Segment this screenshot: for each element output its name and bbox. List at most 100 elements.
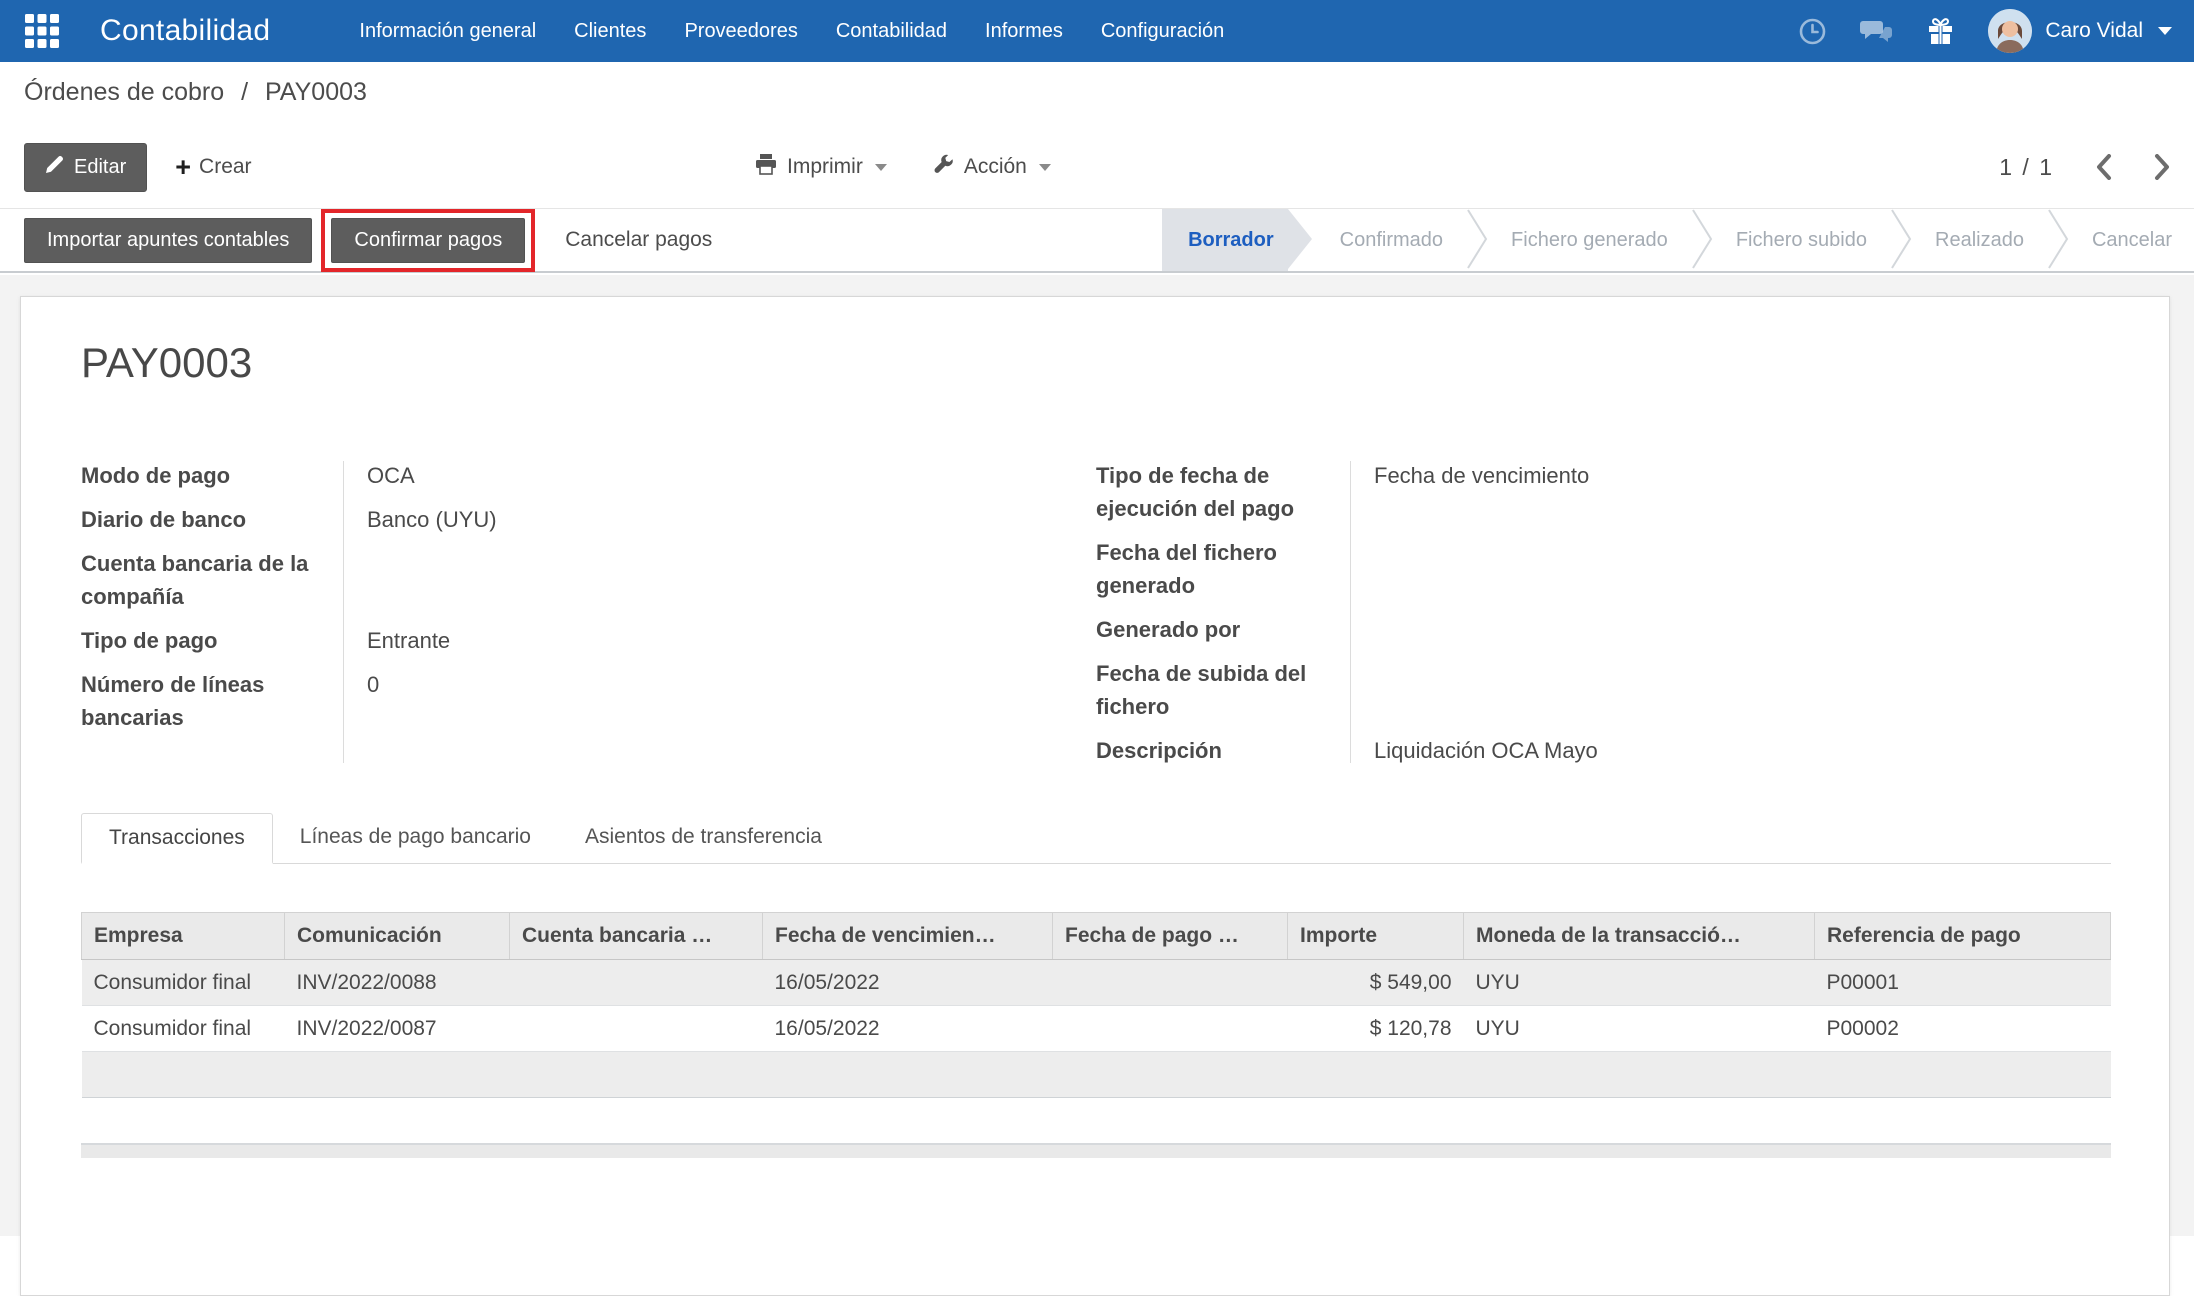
menu-configuracion[interactable]: Configuración: [1082, 0, 1243, 62]
chevron-left-icon[interactable]: [2096, 154, 2112, 180]
col-header-empresa[interactable]: Empresa: [82, 913, 285, 960]
step-chevron-divider: [2046, 209, 2070, 269]
col-header-importe[interactable]: Importe: [1288, 913, 1464, 960]
breadcrumb-separator: /: [241, 78, 248, 106]
confirm-payments-button[interactable]: Confirmar pagos: [331, 218, 525, 263]
cell-importe[interactable]: $ 549,00: [1288, 960, 1464, 1006]
status-step-borrador[interactable]: Borrador: [1162, 209, 1288, 271]
table-row[interactable]: Consumidor final INV/2022/0088 16/05/202…: [82, 960, 2111, 1006]
field-group-right: Tipo de fecha de ejecución del pago Fech…: [1096, 459, 2111, 767]
pencil-icon: [45, 155, 64, 180]
cancel-payments-button[interactable]: Cancelar pagos: [545, 218, 732, 262]
field-label-numero-lineas: Número de líneas bancarias: [81, 668, 343, 734]
col-header-referencia[interactable]: Referencia de pago: [1815, 913, 2111, 960]
cell-importe[interactable]: $ 120,78: [1288, 1006, 1464, 1052]
edit-button[interactable]: Editar: [24, 143, 147, 192]
cell-referencia[interactable]: P00002: [1815, 1006, 2111, 1052]
cell-fecha-vencimiento[interactable]: 16/05/2022: [763, 960, 1053, 1006]
table-footer-strip: [81, 1143, 2111, 1158]
print-dropdown-button[interactable]: Imprimir: [755, 154, 887, 181]
step-chevron-divider: [1889, 209, 1913, 269]
field-value-tipo-fecha-ejecucion: Fecha de vencimiento: [1350, 459, 2111, 525]
table-row[interactable]: Consumidor final INV/2022/0087 16/05/202…: [82, 1006, 2111, 1052]
page-background: PAY0003 Modo de pago OCA Diario de banco…: [0, 275, 2194, 1236]
messages-chat-icon[interactable]: [1860, 18, 1893, 45]
tab-transacciones[interactable]: Transacciones: [81, 813, 273, 864]
cell-cuenta-bancaria[interactable]: [510, 960, 763, 1006]
status-step-cancelar[interactable]: Cancelar: [2070, 209, 2194, 271]
menu-contabilidad[interactable]: Contabilidad: [817, 0, 966, 62]
status-step-fichero-generado[interactable]: Fichero generado: [1489, 209, 1690, 271]
field-value-tipo-de-pago: Entrante: [343, 624, 1036, 657]
field-value-modo-de-pago: OCA: [343, 459, 1036, 492]
app-brand[interactable]: Contabilidad: [100, 14, 270, 48]
step-chevron-divider: [1690, 209, 1714, 269]
menu-proveedores[interactable]: Proveedores: [665, 0, 816, 62]
field-label-diario-de-banco: Diario de banco: [81, 503, 343, 536]
create-button[interactable]: + Crear: [175, 155, 251, 179]
notebook-tabs: Transacciones Líneas de pago bancario As…: [81, 813, 2111, 864]
cell-comunicacion[interactable]: INV/2022/0087: [285, 1006, 510, 1052]
pager-value: 1 / 1: [1999, 154, 2054, 181]
cell-empresa[interactable]: Consumidor final: [82, 960, 285, 1006]
apps-grid-icon[interactable]: [22, 11, 62, 51]
statusbar-steps: Borrador Confirmado Fichero generado Fic…: [1162, 209, 2194, 271]
avatar: [1988, 9, 2032, 53]
breadcrumb-parent[interactable]: Órdenes de cobro: [24, 78, 224, 106]
status-step-confirmado[interactable]: Confirmado: [1318, 209, 1465, 271]
cell-moneda[interactable]: UYU: [1464, 1006, 1815, 1052]
field-group-left: Modo de pago OCA Diario de banco Banco (…: [81, 459, 1096, 767]
cell-moneda[interactable]: UYU: [1464, 960, 1815, 1006]
caret-down-icon: [1039, 164, 1051, 171]
cell-comunicacion[interactable]: INV/2022/0088: [285, 960, 510, 1006]
plus-icon: +: [175, 157, 191, 177]
navbar-right: Caro Vidal: [1799, 9, 2172, 53]
menu-informes[interactable]: Informes: [966, 0, 1082, 62]
annotation-highlight-box: Confirmar pagos: [321, 209, 535, 272]
field-label-generado-por: Generado por: [1096, 613, 1350, 646]
col-header-moneda[interactable]: Moneda de la transacció…: [1464, 913, 1815, 960]
wrench-icon: [933, 154, 954, 181]
field-value-numero-lineas: 0: [343, 668, 1036, 734]
user-menu[interactable]: Caro Vidal: [1988, 9, 2172, 53]
table-header-row: Empresa Comunicación Cuenta bancaria … F…: [82, 913, 2111, 960]
form-sheet: PAY0003 Modo de pago OCA Diario de banco…: [20, 296, 2170, 1296]
field-label-cuenta-bancaria: Cuenta bancaria de la compañía: [81, 547, 343, 613]
import-entries-button[interactable]: Importar apuntes contables: [24, 218, 312, 263]
gift-icon[interactable]: [1927, 17, 1954, 45]
printer-icon: [755, 154, 777, 181]
cell-cuenta-bancaria[interactable]: [510, 1006, 763, 1052]
caret-down-icon: [2158, 27, 2172, 35]
col-header-comunicacion[interactable]: Comunicación: [285, 913, 510, 960]
field-label-tipo-de-pago: Tipo de pago: [81, 624, 343, 657]
field-value-diario-de-banco: Banco (UYU): [343, 503, 1036, 536]
field-value-fecha-subida: [1350, 657, 2111, 723]
step-chevron-divider: [1465, 209, 1489, 269]
action-dropdown-button[interactable]: Acción: [933, 154, 1051, 181]
table-empty-row[interactable]: [82, 1052, 2111, 1098]
cell-fecha-pago[interactable]: [1053, 1006, 1288, 1052]
status-step-realizado[interactable]: Realizado: [1913, 209, 2046, 271]
cell-empresa[interactable]: Consumidor final: [82, 1006, 285, 1052]
menu-informacion-general[interactable]: Información general: [340, 0, 555, 62]
menu-clientes[interactable]: Clientes: [555, 0, 665, 62]
col-header-cuenta-bancaria[interactable]: Cuenta bancaria …: [510, 913, 763, 960]
center-actions: Imprimir Acción: [755, 154, 1051, 181]
cell-fecha-pago[interactable]: [1053, 960, 1288, 1006]
col-header-fecha-pago[interactable]: Fecha de pago …: [1053, 913, 1288, 960]
field-value-generado-por: [1350, 613, 2111, 646]
field-value-descripcion: Liquidación OCA Mayo: [1350, 734, 2111, 767]
activities-clock-icon[interactable]: [1799, 18, 1826, 45]
chevron-right-icon[interactable]: [2154, 154, 2170, 180]
caret-down-icon: [875, 164, 887, 171]
tab-lineas-pago-bancario[interactable]: Líneas de pago bancario: [273, 813, 558, 863]
col-header-fecha-vencimiento[interactable]: Fecha de vencimien…: [763, 913, 1053, 960]
cell-fecha-vencimiento[interactable]: 16/05/2022: [763, 1006, 1053, 1052]
cell-referencia[interactable]: P00001: [1815, 960, 2111, 1006]
record-title: PAY0003: [81, 339, 2111, 387]
field-label-descripcion: Descripción: [1096, 734, 1350, 767]
field-label-fecha-subida: Fecha de subida del fichero: [1096, 657, 1350, 723]
pager: 1 / 1: [1999, 154, 2170, 181]
status-step-fichero-subido[interactable]: Fichero subido: [1714, 209, 1889, 271]
tab-asientos-transferencia[interactable]: Asientos de transferencia: [558, 813, 849, 863]
